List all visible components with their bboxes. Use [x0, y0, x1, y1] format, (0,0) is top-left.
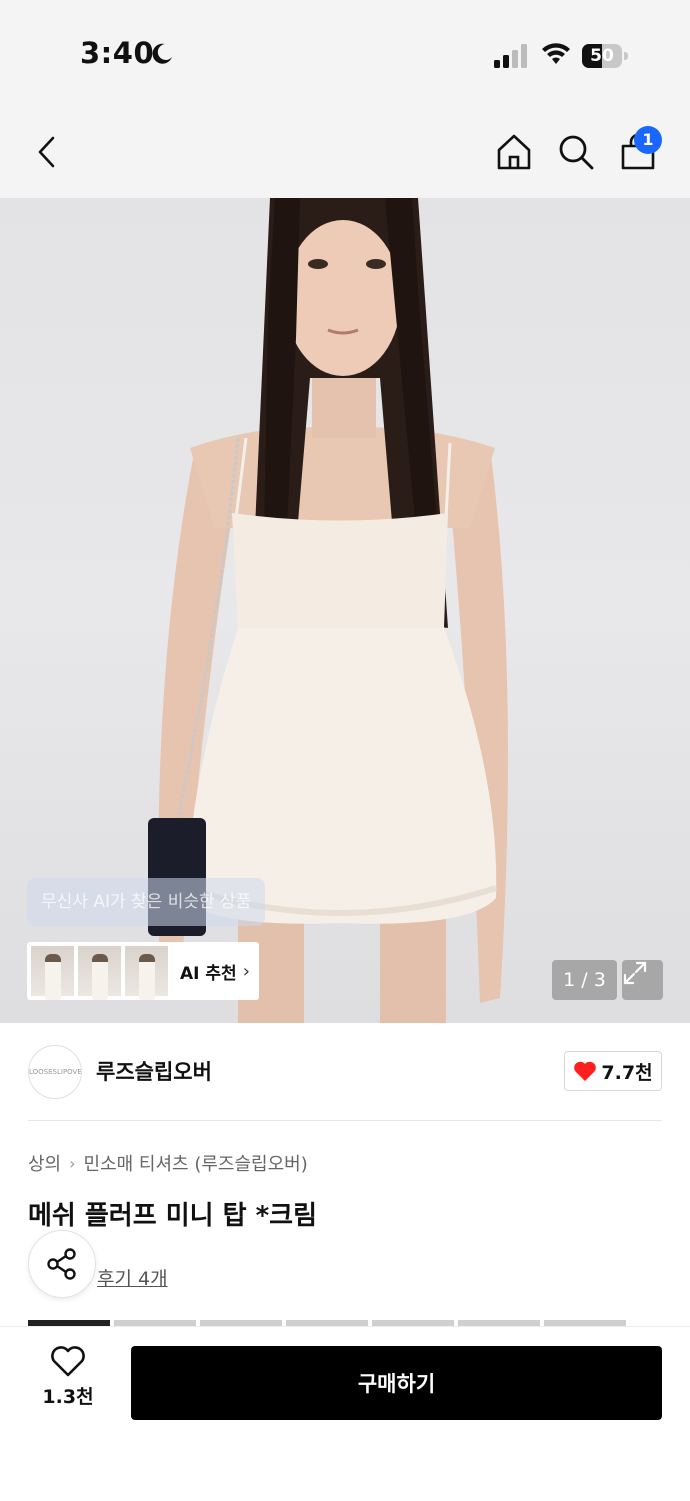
back-button[interactable] [26, 130, 70, 174]
share-icon [47, 1248, 76, 1280]
breadcrumb: 상의 › 민소매 티셔츠 (루즈슬립오버) [28, 1150, 308, 1176]
home-icon [497, 134, 531, 170]
divider [28, 1120, 662, 1121]
product-image-carousel[interactable]: 무신사 AI가 찾은 비슷한 상품 AI 추천 › 1 / 3 [0, 198, 690, 1023]
signal-icon [494, 44, 527, 68]
brand-like-count: 7.7천 [601, 1061, 653, 1084]
ai-recommend-thumb [31, 946, 74, 1000]
brand-like-button[interactable]: 7.7천 [564, 1051, 662, 1091]
nav-bar [0, 105, 690, 198]
expand-icon [623, 961, 647, 985]
battery-label: 50 [590, 46, 614, 66]
cart-badge: 1 [634, 126, 662, 154]
breadcrumb-subcategory[interactable]: 민소매 티셔츠 (루즈슬립오버) [84, 1150, 308, 1176]
share-button[interactable] [28, 1230, 96, 1298]
ai-recommend-thumb [125, 946, 168, 1000]
search-icon [559, 135, 594, 170]
chevron-right-icon: › [69, 1153, 76, 1173]
product-like-count: 1.3천 [42, 1386, 94, 1408]
image-page-counter: 1 / 3 [552, 960, 617, 1000]
wifi-icon [542, 43, 570, 64]
ai-recommend-tooltip: 무신사 AI가 찾은 비슷한 상품 [27, 878, 266, 926]
heart-filled-icon [574, 1061, 597, 1081]
review-link[interactable]: 후기 4개 [97, 1264, 168, 1291]
expand-image-button[interactable] [622, 960, 663, 1000]
home-button[interactable] [492, 130, 536, 174]
heart-outline-icon [51, 1346, 85, 1377]
brand-logo-text: LOOSESLIPOVER [29, 1068, 82, 1076]
status-time: 3:40 [80, 36, 155, 70]
ai-recommend-thumb [78, 946, 121, 1000]
buy-button[interactable]: 구매하기 [131, 1346, 662, 1420]
product-like-button[interactable]: 1.3천 [28, 1346, 108, 1420]
ai-recommend-label: AI 추천 [180, 963, 237, 984]
moon-icon [152, 43, 172, 64]
product-title: 메쉬 플러프 미니 탑 *크림 [28, 1201, 318, 1231]
search-button[interactable] [554, 130, 598, 174]
back-icon [38, 136, 55, 168]
brand-name[interactable]: 루즈슬립오버 [96, 1056, 212, 1086]
breadcrumb-category[interactable]: 상의 [28, 1150, 61, 1176]
status-bar: 3:40 50 [0, 0, 690, 105]
ai-recommend-card[interactable]: AI 추천 › [27, 942, 259, 1000]
battery-icon: 50 [582, 44, 628, 68]
chevron-right-icon: › [242, 960, 250, 982]
brand-logo[interactable]: LOOSESLIPOVER [28, 1045, 82, 1099]
